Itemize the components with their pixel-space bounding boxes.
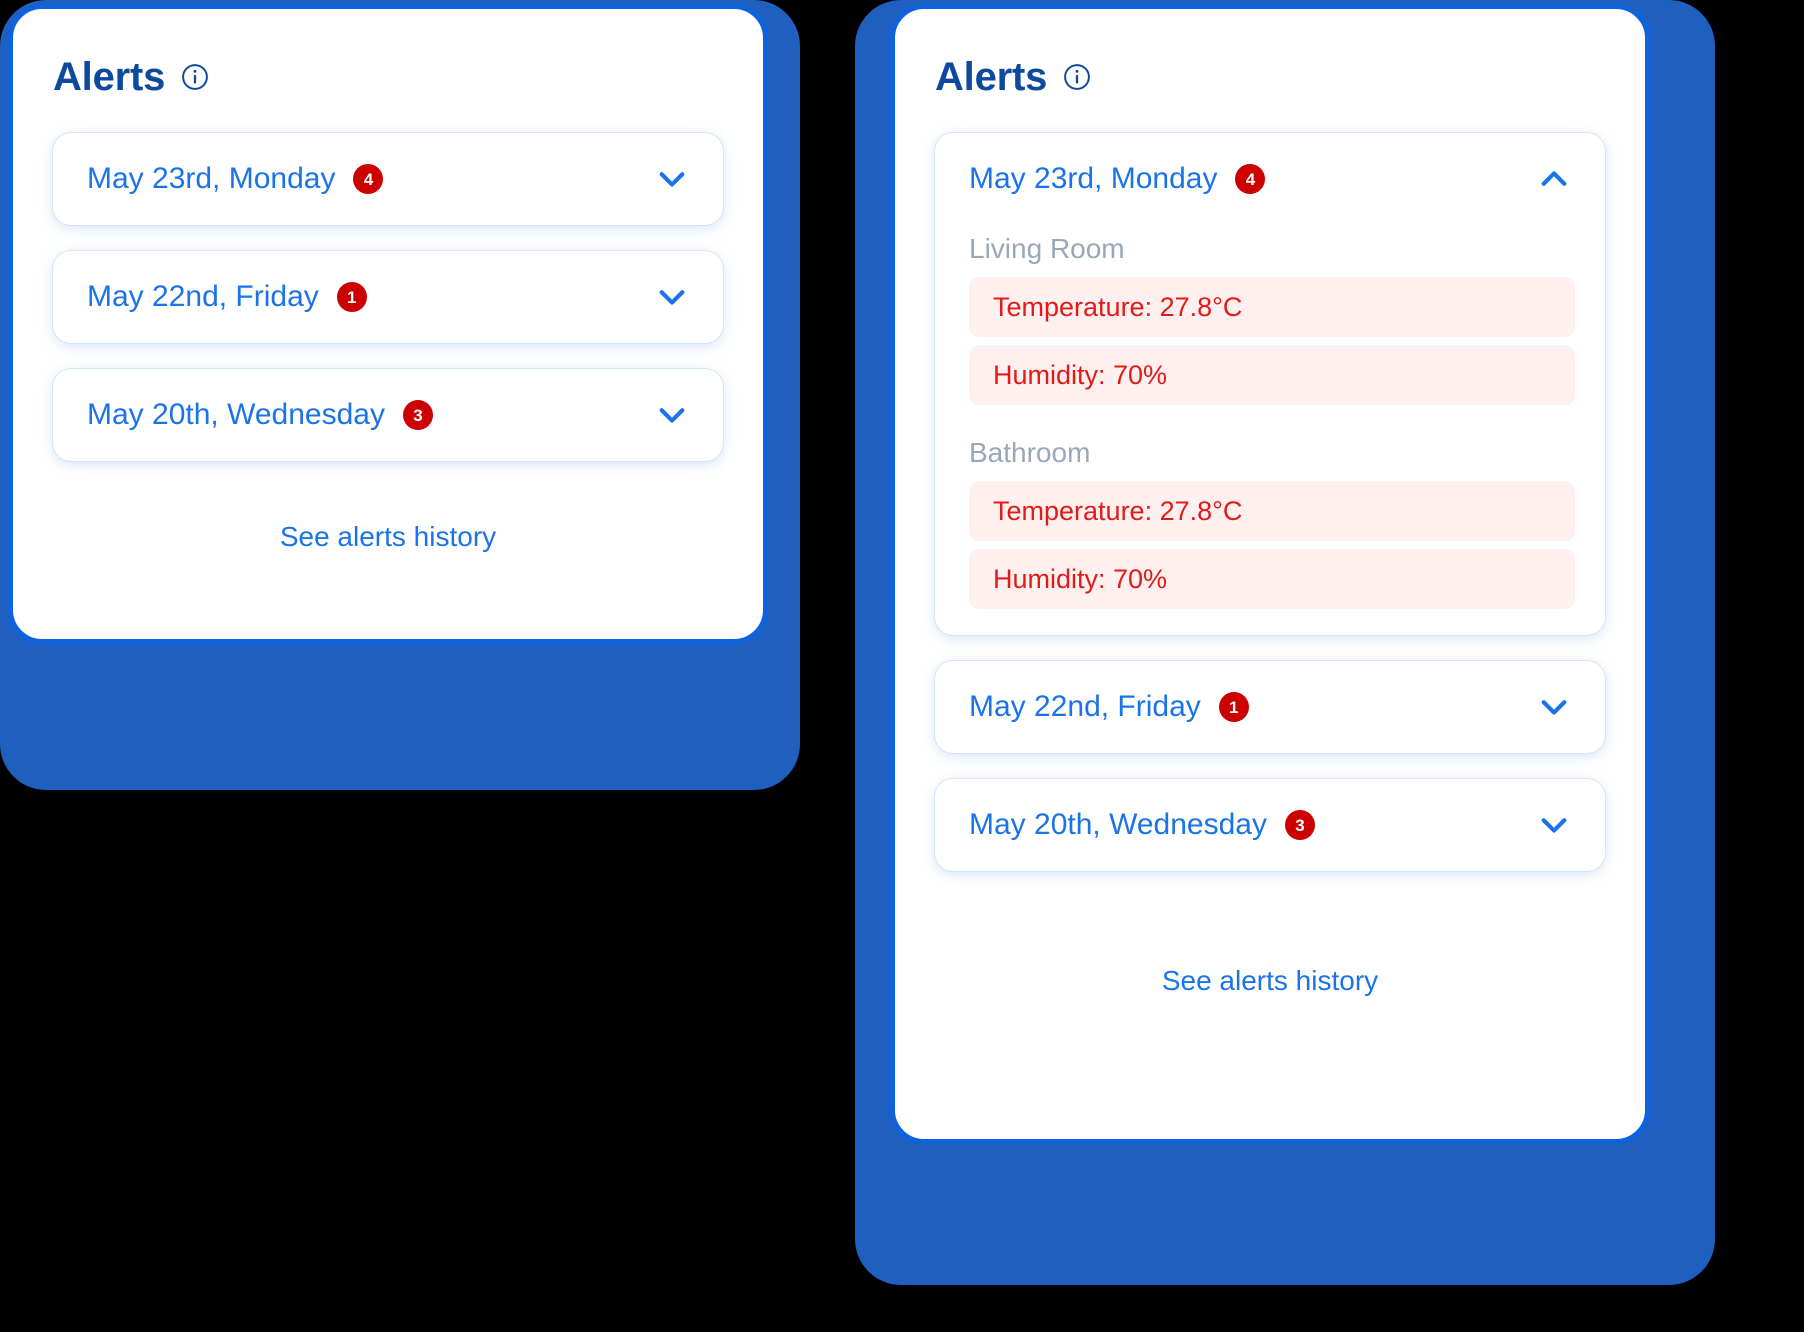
alert-item-text: Humidity: 70% (993, 563, 1168, 594)
alert-group-date: May 20th, Wednesday (87, 398, 385, 431)
alert-group-header[interactable]: May 22nd, Friday 1 (935, 661, 1605, 753)
room-block-bathroom: Bathroom Temperature: 27.8°C Humidity: 7… (969, 439, 1575, 609)
chevron-down-icon[interactable] (651, 158, 693, 200)
info-circle-icon[interactable] (1063, 63, 1091, 91)
alert-item: Temperature: 27.8°C (969, 481, 1575, 541)
alert-group-header[interactable]: May 23rd, Monday 4 (53, 133, 723, 225)
alert-group-may-20[interactable]: May 20th, Wednesday 3 (935, 779, 1605, 871)
room-label: Bathroom (969, 437, 1091, 468)
alert-group-date: May 23rd, Monday (969, 162, 1218, 195)
alert-count-badge: 1 (1218, 692, 1249, 722)
room-block-living-room: Living Room Temperature: 27.8°C Humidity… (969, 235, 1575, 405)
alert-group-header[interactable]: May 20th, Wednesday 3 (935, 779, 1605, 871)
panel-header-right: Alerts (935, 57, 1605, 97)
alert-group-may-22[interactable]: May 22nd, Friday 1 (935, 661, 1605, 753)
alert-group-date: May 20th, Wednesday (969, 808, 1267, 841)
chevron-down-icon[interactable] (651, 276, 693, 318)
alert-item: Temperature: 27.8°C (969, 277, 1575, 337)
alert-group-date: May 22nd, Friday (87, 280, 319, 313)
info-circle-icon[interactable] (181, 63, 209, 91)
alert-group-header[interactable]: May 23rd, Monday 4 (935, 133, 1605, 225)
alert-group-header[interactable]: May 22nd, Friday 1 (53, 251, 723, 343)
alert-group-date: May 23rd, Monday (87, 162, 336, 195)
page-title: Alerts (53, 55, 166, 99)
alerts-panel-collapsed: Alerts May 23rd, Monday 4 May 22nd, Frid… (8, 4, 768, 644)
alert-count-badge: 1 (336, 282, 367, 312)
alert-count-badge: 4 (1235, 164, 1266, 194)
alert-group-may-22[interactable]: May 22nd, Friday 1 (53, 251, 723, 343)
alert-item-text: Temperature: 27.8°C (993, 291, 1243, 322)
history-link-container: See alerts history (53, 487, 723, 551)
alert-group-may-20[interactable]: May 20th, Wednesday 3 (53, 369, 723, 461)
alert-group-date: May 22nd, Friday (969, 690, 1201, 723)
chevron-down-icon[interactable] (651, 394, 693, 436)
alert-item-text: Humidity: 70% (993, 359, 1168, 390)
alert-item-text: Temperature: 27.8°C (993, 495, 1243, 526)
alert-count-badge: 4 (353, 164, 384, 194)
alert-group-may-23[interactable]: May 23rd, Monday 4 Living Room Temperatu… (935, 133, 1605, 635)
alert-group-may-23[interactable]: May 23rd, Monday 4 (53, 133, 723, 225)
alert-item: Humidity: 70% (969, 345, 1575, 405)
screenshot-stage: Alerts May 23rd, Monday 4 May 22nd, Frid… (0, 0, 1804, 1332)
chevron-down-icon[interactable] (1533, 686, 1575, 728)
alert-group-body: Living Room Temperature: 27.8°C Humidity… (935, 235, 1605, 609)
history-link-container: See alerts history (935, 897, 1605, 995)
room-label: Living Room (969, 233, 1125, 264)
alert-group-header[interactable]: May 20th, Wednesday 3 (53, 369, 723, 461)
panel-header-left: Alerts (53, 57, 723, 97)
see-alerts-history-link[interactable]: See alerts history (280, 523, 496, 551)
see-alerts-history-link[interactable]: See alerts history (1162, 967, 1378, 995)
alert-count-badge: 3 (1284, 810, 1315, 840)
page-title: Alerts (935, 55, 1048, 99)
chevron-down-icon[interactable] (1533, 804, 1575, 846)
alerts-panel-expanded: Alerts May 23rd, Monday 4 Living Room Te… (890, 4, 1650, 1144)
alert-count-badge: 3 (402, 400, 433, 430)
chevron-up-icon[interactable] (1533, 158, 1575, 200)
alert-item: Humidity: 70% (969, 549, 1575, 609)
